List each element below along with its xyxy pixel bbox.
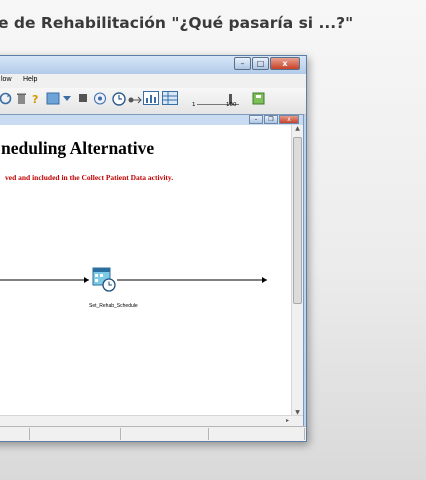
scroll-up-icon[interactable]: ▲ [292, 125, 303, 132]
close-button[interactable]: x [270, 57, 300, 70]
trash-icon[interactable] [16, 92, 27, 109]
status-cell [30, 428, 121, 440]
refresh-icon[interactable] [0, 92, 12, 109]
chart-icon[interactable] [143, 91, 159, 109]
slide-title: e de Rehabilitación "¿Qué pasaría si ...… [0, 14, 354, 32]
status-cell [0, 428, 30, 440]
maximize-button[interactable]: □ [252, 57, 269, 70]
model-minimize-button[interactable]: – [249, 115, 263, 124]
slider-min-label: 1 [192, 102, 196, 108]
flow-arrowhead-in [84, 277, 89, 283]
flow-arrowhead-out [262, 277, 267, 283]
clock-icon[interactable] [112, 92, 126, 110]
status-bar [0, 426, 306, 441]
vertical-scroll-thumb[interactable] [293, 137, 302, 304]
toolbar: ? 1 100 [0, 88, 306, 115]
slider-max-label: 100 [226, 102, 237, 108]
menu-help[interactable]: Help [23, 76, 37, 83]
svg-text:?: ? [32, 93, 38, 105]
menubar: low Help [0, 74, 306, 89]
model-window-titlebar[interactable]: – ❐ x [0, 115, 303, 125]
model-restore-button[interactable]: ❐ [264, 115, 278, 124]
connector-icon[interactable] [128, 94, 142, 108]
save-icon[interactable] [252, 92, 265, 109]
model-window-controls: – ❐ x [248, 115, 299, 124]
node-label: Set_Rehab_Schedule [89, 303, 138, 309]
status-cell [209, 428, 305, 440]
model-close-button[interactable]: x [279, 115, 299, 124]
dropdown-arrow-icon[interactable] [62, 93, 72, 107]
vertical-scrollbar[interactable]: ▲ ▼ [291, 125, 303, 416]
animation-icon[interactable] [93, 92, 107, 109]
diagram-canvas[interactable]: neduling Alternative ved and included in… [0, 125, 292, 416]
help-icon[interactable]: ? [31, 92, 40, 109]
scroll-right-icon[interactable]: ▸ [286, 417, 289, 424]
minimize-button[interactable]: – [234, 57, 251, 70]
app-window: – □ x low Help ? 1 100 – ❐ x neduling Al… [0, 55, 307, 442]
window-titlebar[interactable]: – □ x [0, 56, 306, 74]
horizontal-scrollbar[interactable]: ▸ [0, 415, 303, 426]
model-window: – ❐ x neduling Alternative ved and inclu… [0, 114, 304, 427]
menu-window[interactable]: low [1, 76, 12, 83]
schedule-activity-icon[interactable] [92, 267, 116, 292]
process-flow [0, 267, 267, 292]
status-cell [121, 428, 209, 440]
color-fill-icon[interactable] [46, 92, 60, 109]
table-icon[interactable] [162, 91, 178, 109]
stop-icon[interactable] [78, 93, 88, 107]
window-controls: – □ x [233, 57, 300, 70]
